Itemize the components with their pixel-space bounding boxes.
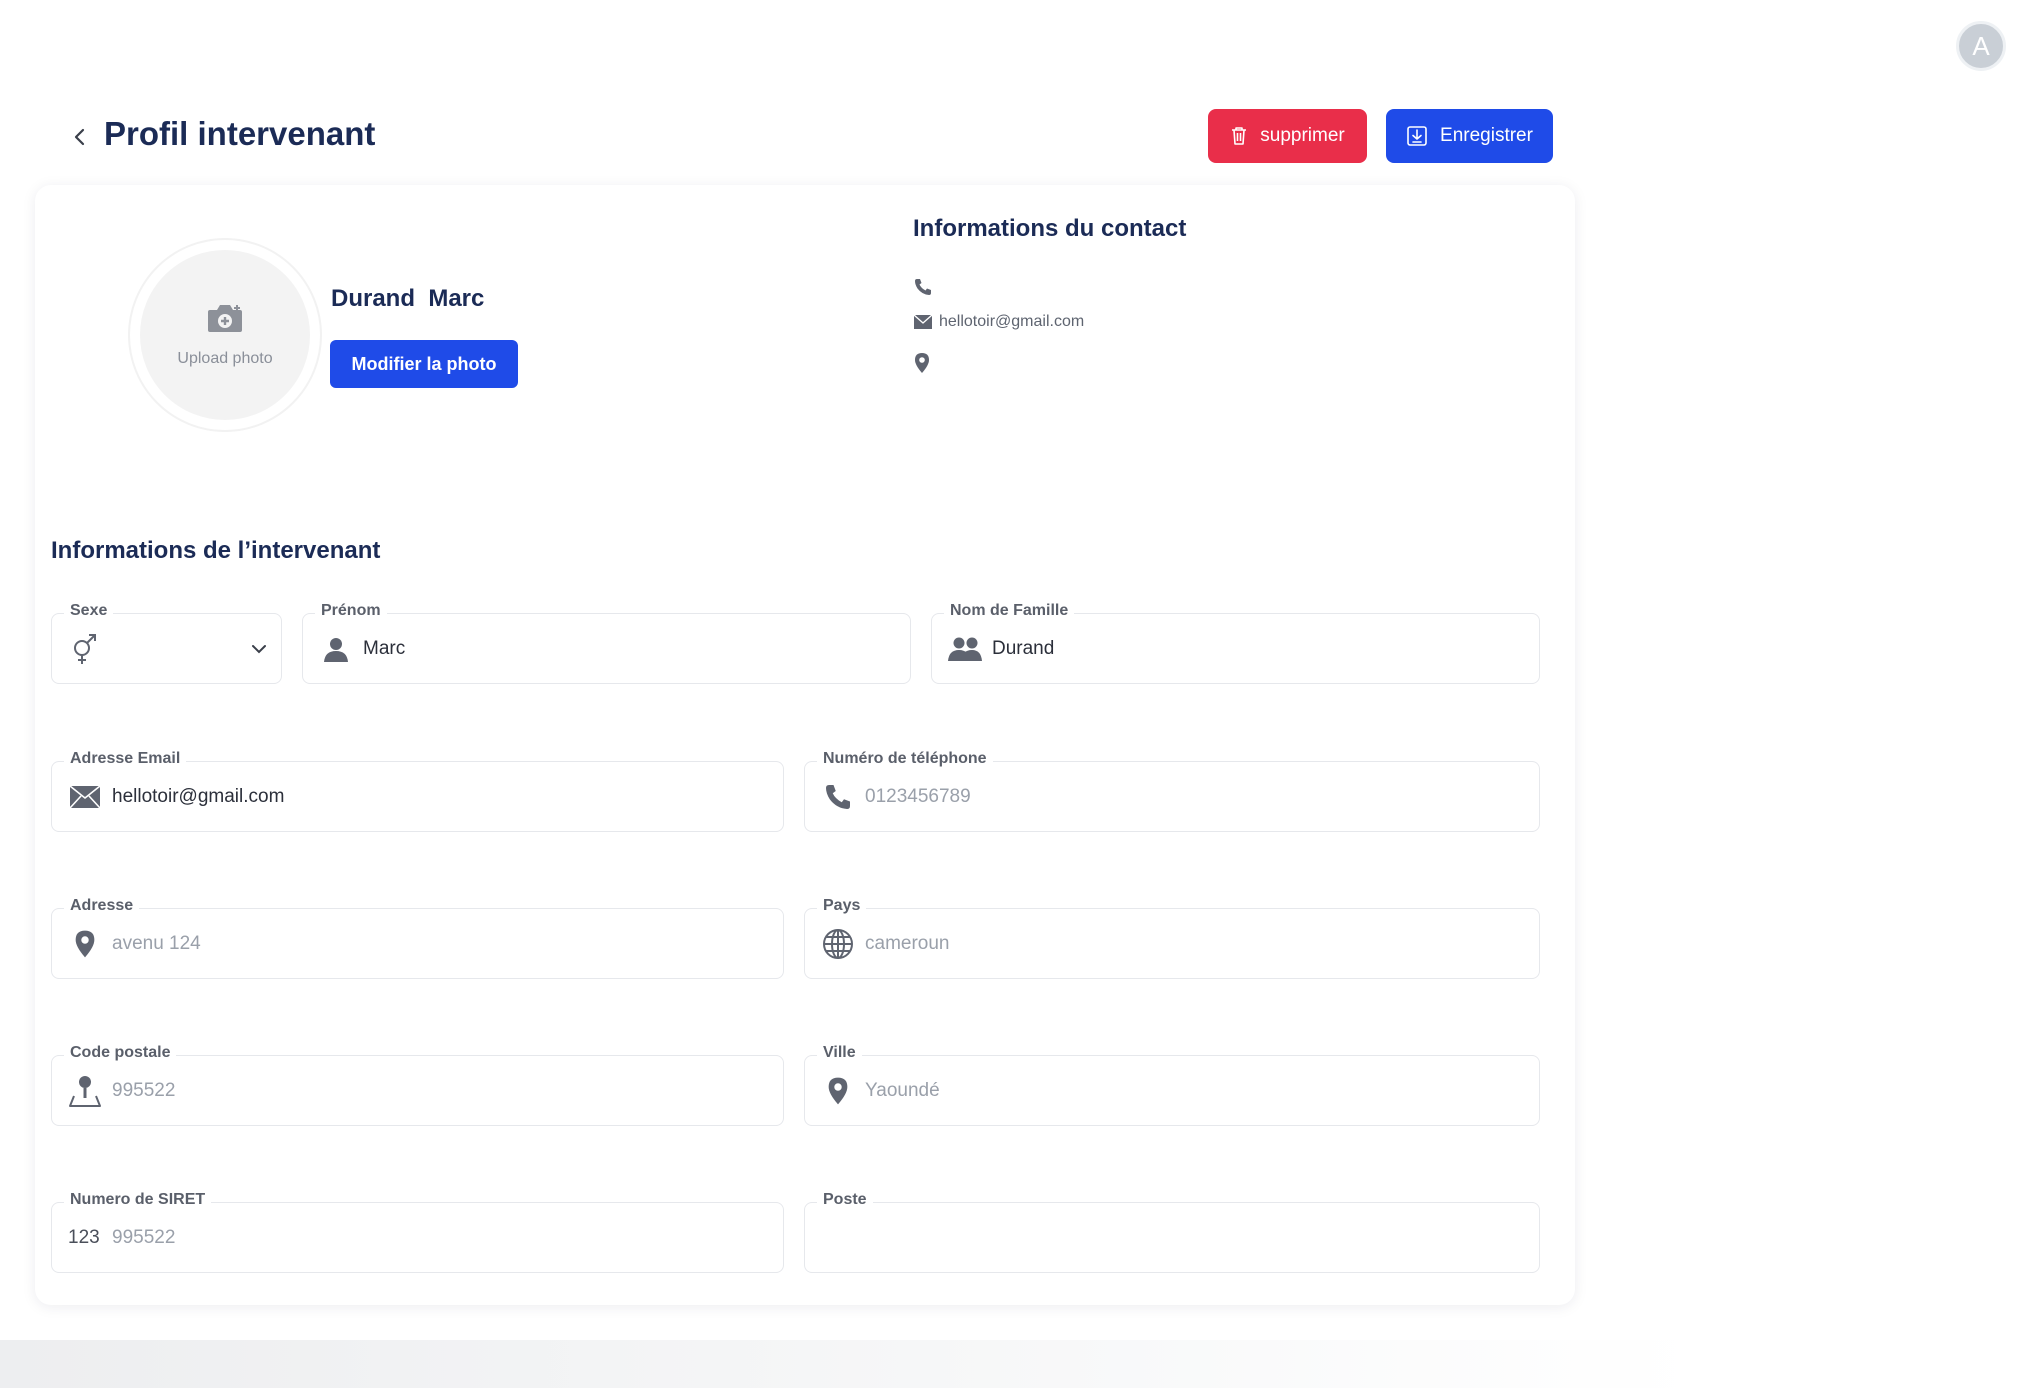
country-label: Pays (817, 897, 867, 915)
number-prefix: 123 (68, 1226, 100, 1248)
last-name-field[interactable]: Nom de Famille Durand (931, 602, 1540, 684)
users-icon (948, 632, 982, 666)
siret-field[interactable]: Numero de SIRET 123 995522 (51, 1191, 784, 1273)
profile-card: Upload photo Durand Marc Modifier la pho… (35, 185, 1575, 1305)
phone-field[interactable]: Numéro de téléphone 0123456789 (804, 750, 1540, 832)
sex-label: Sexe (64, 602, 114, 620)
user-avatar[interactable]: A (1956, 21, 2006, 71)
country-placeholder: cameroun (865, 932, 950, 954)
city-placeholder: Yaoundé (865, 1079, 940, 1101)
phone-placeholder: 0123456789 (865, 785, 971, 807)
contact-email: hellotoir@gmail.com (913, 313, 1084, 331)
page-header: Profil intervenant supprimer Enregistrer (68, 109, 1558, 165)
position-field[interactable]: Poste (804, 1191, 1540, 1273)
contact-phone (913, 277, 939, 297)
gender-icon (68, 632, 102, 666)
postal-code-placeholder: 995522 (112, 1079, 176, 1101)
page-footer-shadow (0, 1340, 1700, 1388)
siret-placeholder: 995522 (112, 1226, 176, 1248)
city-label: Ville (817, 1044, 862, 1062)
upload-photo-label: Upload photo (177, 350, 273, 367)
phone-icon (915, 279, 931, 295)
delete-button-label: supprimer (1260, 125, 1345, 146)
phone-icon (821, 780, 855, 814)
contact-address (913, 352, 937, 374)
camera-add-icon (208, 305, 242, 332)
globe-icon (821, 927, 855, 961)
delete-button[interactable]: supprimer (1208, 109, 1367, 163)
siret-label: Numero de SIRET (64, 1191, 212, 1209)
contact-email-text: hellotoir@gmail.com (939, 313, 1085, 330)
change-photo-button[interactable]: Modifier la photo (330, 340, 518, 388)
address-label: Adresse (64, 897, 140, 915)
last-name-label: Nom de Famille (944, 602, 1075, 620)
save-button-label: Enregistrer (1440, 125, 1533, 146)
contact-title: Informations du contact (913, 215, 1187, 242)
phone-label: Numéro de téléphone (817, 750, 993, 768)
user-icon (319, 632, 353, 666)
location-pin-icon (68, 927, 102, 961)
first-name-label: Prénom (315, 602, 387, 620)
city-field[interactable]: Ville Yaoundé (804, 1044, 1540, 1126)
location-pin-icon (915, 353, 929, 373)
location-pin-icon (821, 1074, 855, 1108)
chevron-down-icon (252, 644, 266, 653)
envelope-icon (913, 314, 933, 329)
email-value: hellotoir@gmail.com (112, 785, 285, 807)
address-field[interactable]: Adresse avenu 124 (51, 897, 784, 979)
address-placeholder: avenu 124 (112, 932, 201, 954)
map-user-icon (68, 1074, 102, 1108)
upload-photo[interactable]: Upload photo (130, 240, 320, 430)
section-title: Informations de l’intervenant (51, 537, 381, 564)
postal-code-field[interactable]: Code postale 995522 (51, 1044, 784, 1126)
save-icon (1407, 126, 1427, 146)
postal-code-label: Code postale (64, 1044, 177, 1062)
chevron-left-icon (74, 128, 85, 146)
trash-icon (1232, 127, 1247, 145)
save-button[interactable]: Enregistrer (1386, 109, 1553, 163)
email-label: Adresse Email (64, 750, 187, 768)
envelope-icon (68, 780, 102, 814)
back-button[interactable] (68, 125, 92, 149)
first-name-value: Marc (363, 637, 406, 659)
sex-select[interactable]: Sexe (51, 602, 282, 684)
last-name-value: Durand (992, 637, 1055, 659)
first-name-field[interactable]: Prénom Marc (302, 602, 911, 684)
position-label: Poste (817, 1191, 873, 1209)
page-title: Profil intervenant (104, 115, 376, 152)
profile-name: Durand Marc (331, 285, 485, 312)
email-field[interactable]: Adresse Email hellotoir@gmail.com (51, 750, 784, 832)
country-field[interactable]: Pays cameroun (804, 897, 1540, 979)
